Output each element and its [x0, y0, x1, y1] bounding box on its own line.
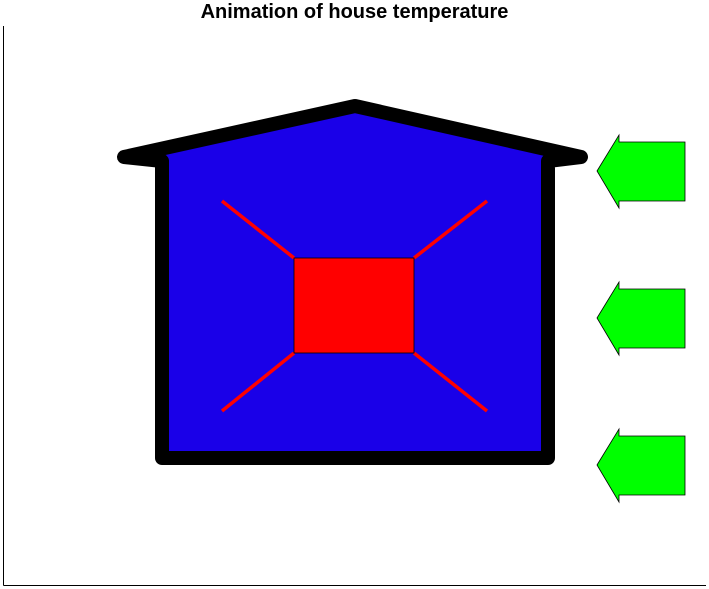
arrow-left-icon — [596, 280, 686, 357]
figure-canvas: Animation of house temperature — [0, 0, 709, 589]
arrow-left-icon — [596, 133, 686, 210]
arrow-left-icon — [596, 427, 686, 504]
heater-icon — [293, 257, 415, 354]
diagram-area — [3, 26, 706, 586]
